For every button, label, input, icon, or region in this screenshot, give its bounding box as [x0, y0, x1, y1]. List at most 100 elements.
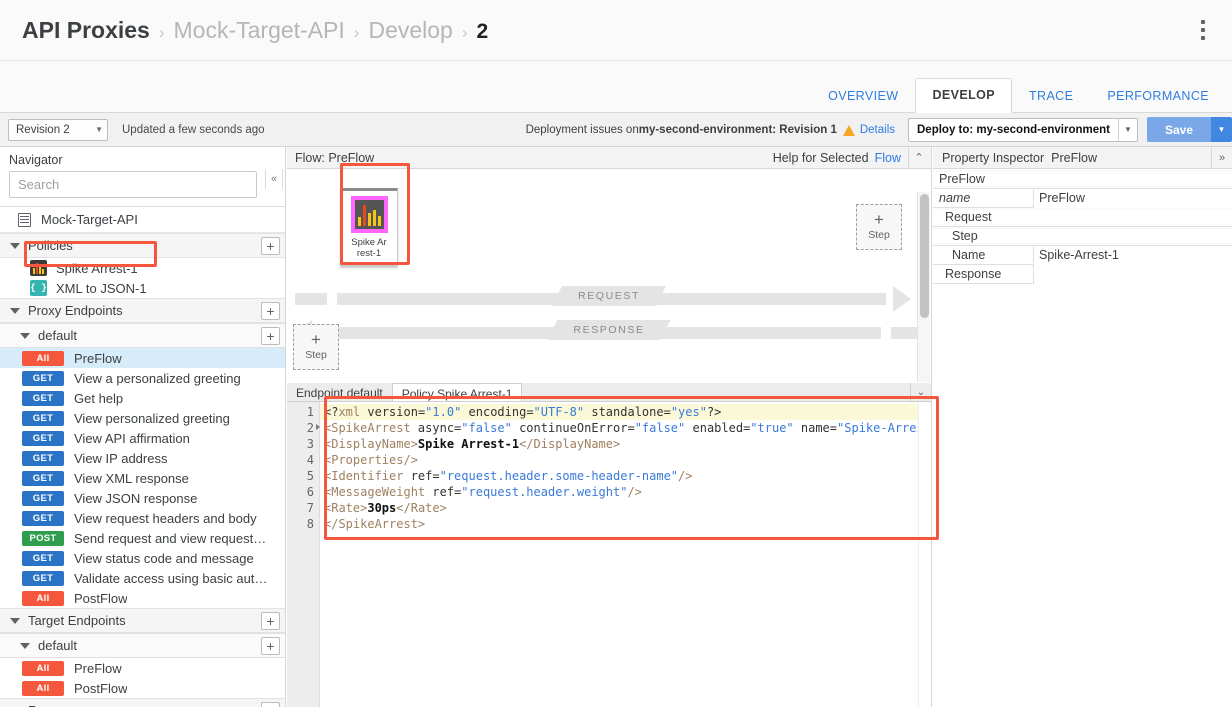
code-token: "request.header.weight": [461, 485, 627, 499]
details-link[interactable]: Details: [860, 124, 895, 136]
flow-item-label: View IP address: [74, 451, 167, 466]
breadcrumb-item-api-proxies[interactable]: API Proxies: [22, 17, 150, 44]
inspector-row-key: Name: [933, 248, 1033, 262]
code-line: <MessageWeight ref="request.header.weigh…: [320, 484, 931, 500]
code-token: enabled=: [685, 421, 750, 435]
inspector-row-value[interactable]: PreFlow: [1033, 189, 1232, 208]
inspector-row-value[interactable]: Spike-Arrest-1: [1033, 246, 1232, 265]
editor-tab-endpoint-default[interactable]: Endpoint default: [287, 383, 392, 401]
deploy-to-value: Deploy to: my-second-environment: [909, 119, 1118, 141]
breadcrumb-item-develop[interactable]: Develop: [368, 17, 452, 44]
flow-item-6[interactable]: GET View XML response: [0, 468, 285, 488]
more-options-icon[interactable]: [1188, 14, 1218, 46]
section-proxy-endpoints[interactable]: Proxy Endpoints +: [0, 298, 285, 323]
target-endpoint-default[interactable]: default +: [0, 633, 285, 658]
save-dropdown-arrow-icon[interactable]: ▼: [1211, 117, 1232, 142]
flow-item-2[interactable]: GET Get help: [0, 388, 285, 408]
add-proxy-endpoint-button[interactable]: +: [261, 302, 280, 320]
editor-scrollbar[interactable]: [918, 402, 931, 707]
save-button[interactable]: Save ▼: [1147, 117, 1232, 142]
verb-badge: GET: [22, 411, 64, 426]
property-inspector-panel: Property Inspector PreFlow » PreFlowname…: [933, 147, 1232, 707]
code-token: async=: [411, 421, 462, 435]
flow-item-preflow[interactable]: All PreFlow: [0, 348, 285, 368]
top-breadcrumb-bar: API Proxies › Mock-Target-API › Develop …: [0, 0, 1232, 61]
spike-arrest-icon-bars: [355, 200, 384, 229]
add-target-flow-button[interactable]: +: [261, 637, 280, 655]
flow-panel-header: Flow: PreFlow Help for Selected Flow ⌃: [287, 147, 931, 169]
flow-item-label: Validate access using basic aut…: [74, 571, 267, 586]
inspector-row: Request: [933, 208, 1232, 227]
target-flow-item-preflow[interactable]: All PreFlow: [0, 658, 285, 678]
code-token: />: [678, 469, 692, 483]
response-lane: RESPONSE: [287, 320, 931, 346]
tab-develop[interactable]: DEVELOP: [915, 78, 1012, 113]
add-resource-button[interactable]: +: [261, 702, 280, 707]
proxy-endpoint-default[interactable]: default +: [0, 323, 285, 348]
flow-item-4[interactable]: GET View API affirmation: [0, 428, 285, 448]
tree-root-proxy[interactable]: Mock-Target-API: [0, 207, 285, 233]
breadcrumb-item-proxy-name[interactable]: Mock-Target-API: [174, 17, 345, 44]
code-token: name=: [794, 421, 837, 435]
property-inspector-subject: PreFlow: [1051, 151, 1097, 165]
verb-badge: All: [22, 681, 64, 696]
add-target-endpoint-button[interactable]: +: [261, 612, 280, 630]
code-line: <Identifier ref="request.header.some-hea…: [320, 468, 931, 484]
add-step-response-button[interactable]: + Step: [293, 324, 339, 370]
request-lane: REQUEST: [287, 286, 931, 312]
deploy-to-select[interactable]: Deploy to: my-second-environment ▼: [908, 118, 1138, 142]
save-button-label: Save: [1147, 117, 1211, 142]
policy-item-spike-arrest-1[interactable]: Spike Arrest-1: [0, 258, 285, 278]
section-target-endpoints[interactable]: Target Endpoints +: [0, 608, 285, 633]
code-area[interactable]: 1 2 3 4 5 6 7 8 <?xml version="1.0" enco…: [287, 402, 931, 707]
revision-select[interactable]: Revision 2 ▼: [8, 119, 108, 141]
tab-performance[interactable]: PERFORMANCE: [1090, 79, 1226, 113]
expand-inspector-icon[interactable]: »: [1211, 147, 1232, 169]
flow-item-9[interactable]: POST Send request and view request…: [0, 528, 285, 548]
flow-item-label: Send request and view request…: [74, 531, 266, 546]
chevron-down-icon: [10, 618, 20, 624]
flow-item-10[interactable]: GET View status code and message: [0, 548, 285, 568]
inspector-row: PreFlow: [933, 170, 1232, 189]
flow-item-3[interactable]: GET View personalized greeting: [0, 408, 285, 428]
flow-item-7[interactable]: GET View JSON response: [0, 488, 285, 508]
target-endpoint-default-label: default: [38, 638, 77, 653]
policy-item-label: XML to JSON-1: [56, 281, 147, 296]
code-token: <?: [324, 405, 338, 419]
flow-item-8[interactable]: GET View request headers and body: [0, 508, 285, 528]
navigator-tree: Mock-Target-API Policies + Spike Arrest-…: [0, 207, 285, 707]
add-policy-button[interactable]: +: [261, 237, 280, 255]
collapse-navigator-icon[interactable]: «: [265, 169, 283, 189]
chevron-down-icon: [20, 333, 30, 339]
flow-policy-card-spike-arrest-1[interactable]: Spike Ar rest-1: [340, 188, 398, 266]
target-flow-item-postflow[interactable]: All PostFlow: [0, 678, 285, 698]
flow-item-1[interactable]: GET View a personalized greeting: [0, 368, 285, 388]
collapse-editor-icon[interactable]: ⌄: [910, 383, 931, 401]
add-step-request-button[interactable]: + Step: [856, 204, 902, 250]
chevron-down-icon[interactable]: ▼: [1118, 119, 1137, 141]
policy-item-xml-to-json-1[interactable]: { } XML to JSON-1: [0, 278, 285, 298]
search-input[interactable]: [9, 171, 257, 198]
tab-trace[interactable]: TRACE: [1012, 79, 1090, 113]
section-policies[interactable]: Policies +: [0, 233, 285, 258]
editor-tab-policy-spike-arrest-1[interactable]: Policy Spike Arrest-1: [392, 383, 523, 401]
flow-item-5[interactable]: GET View IP address: [0, 448, 285, 468]
inspector-row-value[interactable]: [1033, 265, 1232, 284]
flow-canvas-scrollbar[interactable]: [917, 192, 930, 382]
request-lane-stub: [295, 293, 327, 305]
tab-overview[interactable]: OVERVIEW: [811, 79, 915, 113]
fold-icon[interactable]: [316, 424, 320, 430]
kebab-dot: [1201, 20, 1205, 24]
add-proxy-flow-button[interactable]: +: [261, 327, 280, 345]
collapse-flow-panel-icon[interactable]: ⌃: [908, 147, 929, 169]
verb-badge: POST: [22, 531, 64, 546]
code-lines[interactable]: <?xml version="1.0" encoding="UTF-8" sta…: [320, 402, 931, 707]
section-resources[interactable]: Resources +: [0, 698, 285, 707]
line-number: 2: [287, 420, 319, 436]
code-token: "false": [635, 421, 686, 435]
flow-item-postflow[interactable]: All PostFlow: [0, 588, 285, 608]
flow-item-11[interactable]: GET Validate access using basic aut…: [0, 568, 285, 588]
code-line: <Rate>30ps</Rate>: [320, 500, 931, 516]
help-flow-link[interactable]: Flow: [875, 151, 901, 165]
scrollbar-thumb[interactable]: [920, 194, 929, 318]
